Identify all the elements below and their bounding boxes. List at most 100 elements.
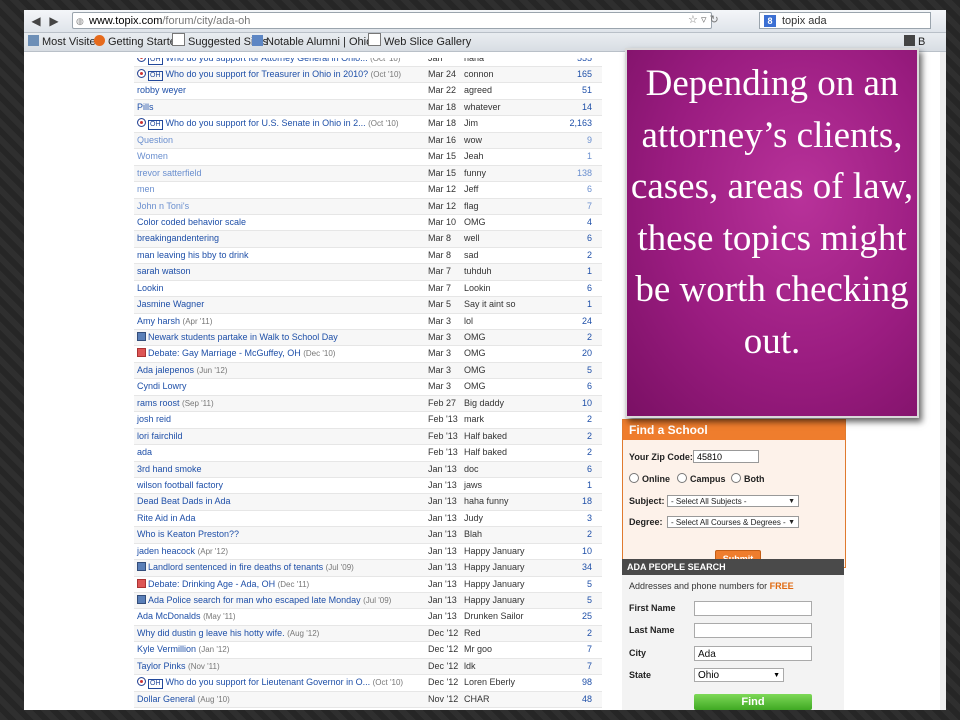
- bookmark-web-slice-gallery[interactable]: Web Slice Gallery: [368, 33, 471, 51]
- post-count[interactable]: 165: [577, 69, 592, 79]
- post-count[interactable]: 6: [587, 283, 592, 293]
- post-count[interactable]: 7: [587, 644, 592, 654]
- first-name-input[interactable]: [694, 601, 812, 616]
- bookmark-notable-alumni[interactable]: Notable Alumni | Ohio...: [252, 33, 381, 51]
- post-count[interactable]: 1: [587, 480, 592, 490]
- post-count[interactable]: 2: [587, 414, 592, 424]
- search-box[interactable]: 8 topix ada: [759, 12, 931, 29]
- topic-link[interactable]: rams roost (Sep '11): [137, 398, 214, 408]
- post-count[interactable]: 10: [582, 398, 592, 408]
- topic-link[interactable]: OH Who do you support for Attorney Genera…: [137, 58, 401, 65]
- topic-link[interactable]: wilson football factory: [137, 480, 223, 490]
- topic-link[interactable]: Landlord sentenced in fire deaths of ten…: [137, 562, 354, 572]
- topic-link[interactable]: OH Who do you support for U.S. Senate in …: [137, 118, 399, 131]
- post-count[interactable]: 24: [582, 316, 592, 326]
- topic-link[interactable]: Amy harsh (Apr '11): [137, 316, 212, 326]
- post-count[interactable]: 3: [587, 513, 592, 523]
- post-count[interactable]: 20: [582, 348, 592, 358]
- post-count[interactable]: 6: [587, 184, 592, 194]
- post-count[interactable]: 4: [587, 217, 592, 227]
- post-count[interactable]: 5: [587, 579, 592, 589]
- post-count[interactable]: 18: [582, 496, 592, 506]
- topic-link[interactable]: Women: [137, 151, 168, 161]
- topic-link[interactable]: trevor satterfield: [137, 168, 202, 178]
- url-bar[interactable]: ◍ www.topix.com/forum/city/ada-oh: [72, 12, 712, 29]
- post-count[interactable]: 6: [587, 233, 592, 243]
- topic-link[interactable]: sarah watson: [137, 266, 191, 276]
- topic-link[interactable]: lori fairchild: [137, 431, 183, 441]
- topic-link[interactable]: Dollar General (Aug '10): [137, 694, 230, 704]
- post-count[interactable]: 1: [587, 266, 592, 276]
- google-search-icon[interactable]: 8: [764, 15, 776, 27]
- degree-select[interactable]: - Select All Courses & Degrees - ▼: [667, 516, 799, 528]
- post-count[interactable]: 6: [587, 381, 592, 391]
- topic-link[interactable]: Newark students partake in Walk to Schoo…: [137, 332, 338, 342]
- topic-link[interactable]: OH Who do you support for Lieutenant Gove…: [137, 677, 403, 690]
- forward-arrow-icon[interactable]: ▶: [46, 13, 62, 29]
- topic-link[interactable]: OH Who do you support for Treasurer in Oh…: [137, 69, 401, 81]
- zip-input[interactable]: 45810: [693, 450, 759, 463]
- topic-link[interactable]: Debate: Gay Marriage - McGuffey, OH (Dec…: [137, 348, 335, 358]
- post-count[interactable]: 7: [587, 661, 592, 671]
- radio-online[interactable]: Online: [629, 473, 670, 484]
- topic-link[interactable]: 3rd hand smoke: [137, 464, 202, 474]
- radio-campus[interactable]: Campus: [677, 473, 726, 484]
- topic-link[interactable]: Ada McDonalds (May '11): [137, 611, 236, 621]
- post-count[interactable]: 25: [582, 611, 592, 621]
- city-input[interactable]: Ada: [694, 646, 812, 661]
- post-count[interactable]: 2: [587, 250, 592, 260]
- state-select[interactable]: Ohio ▼: [694, 668, 784, 682]
- topic-link[interactable]: Rite Aid in Ada: [137, 513, 196, 523]
- topic-link[interactable]: Debate: Drinking Age - Ada, OH (Dec '11): [137, 578, 309, 589]
- post-count[interactable]: 14: [582, 102, 592, 112]
- bookmark-most-visited[interactable]: Most Visited: [28, 33, 102, 51]
- post-count[interactable]: 2: [587, 332, 592, 342]
- topic-link[interactable]: Ada jalepenos (Jun '12): [137, 365, 227, 375]
- post-count[interactable]: 2: [587, 447, 592, 457]
- topic-link[interactable]: Dead Beat Dads in Ada: [137, 496, 231, 506]
- find-button[interactable]: Find: [694, 694, 812, 710]
- post-count[interactable]: 555: [577, 58, 592, 63]
- topic-link[interactable]: Ada Police search for man who escaped la…: [137, 595, 391, 605]
- scrollbar[interactable]: [940, 52, 946, 710]
- topic-link[interactable]: robby weyer: [137, 85, 186, 95]
- topic-link[interactable]: josh reid: [137, 414, 171, 424]
- topic-link[interactable]: Taylor Pinks (Nov '11): [137, 661, 220, 671]
- topic-link[interactable]: Jasmine Wagner: [137, 299, 204, 309]
- topic-link[interactable]: men: [137, 184, 155, 194]
- bookmark-getting-started[interactable]: Getting Started: [94, 33, 182, 51]
- topic-link[interactable]: Kyle Vermillion (Jan '12): [137, 644, 229, 654]
- dropdown-arrow-icon[interactable]: ▿: [701, 14, 707, 26]
- post-count[interactable]: 2: [587, 431, 592, 441]
- post-count[interactable]: 7: [587, 201, 592, 211]
- post-count[interactable]: 98: [582, 677, 592, 687]
- post-count[interactable]: 51: [582, 85, 592, 95]
- subject-select[interactable]: - Select All Subjects - ▼: [667, 495, 799, 507]
- post-count[interactable]: 6: [587, 464, 592, 474]
- topic-link[interactable]: Color coded behavior scale: [137, 217, 246, 227]
- post-count[interactable]: 2,163: [569, 118, 592, 128]
- post-count[interactable]: 138: [577, 168, 592, 178]
- post-count[interactable]: 48: [582, 694, 592, 704]
- reload-icon[interactable]: ↻: [710, 14, 719, 26]
- topic-link[interactable]: jaden heacock (Apr '12): [137, 546, 228, 556]
- radio-both[interactable]: Both: [731, 473, 765, 484]
- star-icon[interactable]: ☆: [688, 14, 698, 26]
- post-count[interactable]: 2: [587, 529, 592, 539]
- topic-link[interactable]: man leaving his bby to drink: [137, 250, 249, 260]
- topic-link[interactable]: Pills: [137, 102, 154, 112]
- topic-link[interactable]: John n Toni's: [137, 201, 189, 211]
- topic-link[interactable]: Question: [137, 135, 173, 145]
- post-count[interactable]: 9: [587, 135, 592, 145]
- last-name-input[interactable]: [694, 623, 812, 638]
- post-count[interactable]: 1: [587, 299, 592, 309]
- topic-link[interactable]: Cyndi Lowry: [137, 381, 187, 391]
- post-count[interactable]: 10: [582, 546, 592, 556]
- post-count[interactable]: 1: [587, 151, 592, 161]
- topic-link[interactable]: ada: [137, 447, 152, 457]
- topic-link[interactable]: Lookin: [137, 283, 164, 293]
- post-count[interactable]: 2: [587, 628, 592, 638]
- topic-link[interactable]: Why did dustin g leave his hotty wife. (…: [137, 628, 319, 638]
- post-count[interactable]: 5: [587, 365, 592, 375]
- post-count[interactable]: 5: [587, 595, 592, 605]
